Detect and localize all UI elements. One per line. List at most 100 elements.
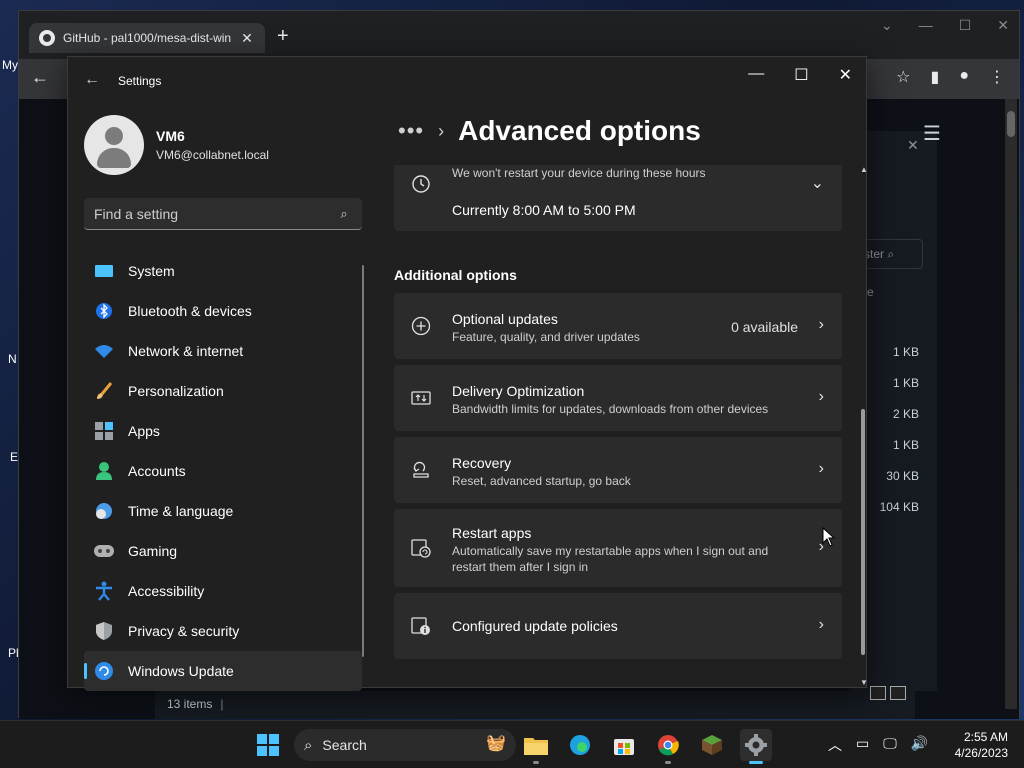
restart-apps-card[interactable]: Restart apps Automatically save my resta… (394, 509, 842, 587)
maximize-icon[interactable]: ☐ (959, 17, 972, 34)
hamburger-menu-icon[interactable]: ☰ (923, 121, 941, 146)
profile-icon[interactable]: ● (959, 67, 969, 87)
sidebar-scrollbar[interactable] (362, 265, 364, 657)
desktop-label: N (8, 352, 17, 366)
settings-taskbar-button[interactable] (740, 729, 772, 764)
search-icon[interactable]: ⌕ (336, 206, 352, 222)
scroll-down-icon[interactable]: ▼ (860, 678, 868, 687)
volume-icon[interactable]: 🔊 (911, 735, 928, 755)
recovery-icon (410, 459, 432, 481)
clock-globe-icon (94, 501, 114, 521)
desktop-label: E (10, 450, 19, 464)
sidebar-item-label: Accounts (128, 463, 186, 479)
window-title: Settings (118, 74, 162, 88)
scrollbar-thumb[interactable] (861, 409, 865, 655)
minecraft-button[interactable] (696, 729, 728, 761)
network-adapter-icon[interactable]: ▭ (856, 735, 869, 755)
chrome-icon (658, 735, 679, 756)
active-hours-icon (410, 173, 432, 195)
more-menu-icon[interactable]: ⋮ (989, 67, 1005, 87)
back-arrow-icon[interactable]: ← (84, 71, 100, 89)
section-heading: Additional options (394, 267, 517, 283)
tab-search-icon[interactable]: ⌄ (881, 17, 893, 34)
sidebar-item-label: Gaming (128, 543, 178, 559)
file-explorer-button[interactable] (520, 729, 552, 764)
sidebar-item-system[interactable]: System (84, 251, 362, 291)
sidebar-item-label: Privacy & security (128, 623, 240, 639)
sidebar-item-personalization[interactable]: Personalization (84, 371, 362, 411)
monitor-network-icon[interactable]: 🖵 (883, 735, 897, 755)
card-subtitle: Bandwidth limits for updates, downloads … (452, 402, 769, 416)
breadcrumb: ••• › Advanced options (398, 115, 701, 147)
sidebar-item-bluetooth[interactable]: Bluetooth & devices (84, 291, 362, 331)
sidebar-item-time-language[interactable]: Time & language (84, 491, 362, 531)
optional-updates-card[interactable]: Optional updates Feature, quality, and d… (394, 293, 842, 359)
browser-toolbar-icons: ☆ ▮ ● ⋮ (896, 67, 1005, 87)
file-size: 1 KB (892, 376, 919, 390)
minimize-icon[interactable]: — (919, 17, 933, 34)
edge-button[interactable] (564, 729, 596, 761)
user-profile[interactable]: VM6 VM6@collabnet.local (84, 115, 269, 175)
close-icon[interactable]: ✕ (839, 65, 852, 85)
grid-view-icon[interactable] (890, 686, 906, 700)
recovery-card[interactable]: Recovery Reset, advanced startup, go bac… (394, 437, 842, 503)
active-hours-text: We won't restart your device during thes… (452, 166, 706, 180)
sidebar-item-gaming[interactable]: Gaming (84, 531, 362, 571)
file-size: 2 KB (892, 407, 919, 421)
list-view-icon[interactable] (870, 686, 886, 700)
settings-window[interactable]: ← Settings — ☐ ✕ VM6 VM6@collabnet.local… (67, 56, 868, 691)
browser-tab[interactable]: GitHub - pal1000/mesa-dist-win ✕ (29, 23, 265, 53)
folder-icon (524, 738, 548, 755)
start-button[interactable] (252, 729, 284, 761)
close-icon[interactable]: ✕ (907, 137, 919, 154)
scroll-up-icon[interactable]: ▲ (860, 165, 868, 174)
close-tab-icon[interactable]: ✕ (239, 30, 255, 47)
chevron-up-icon[interactable]: ︿ (828, 735, 842, 755)
minimize-icon[interactable]: — (748, 65, 764, 85)
filter-input[interactable]: ster ⌕ (859, 239, 923, 269)
back-arrow-icon[interactable]: ← (31, 67, 49, 88)
breadcrumb-overflow[interactable]: ••• (398, 118, 424, 144)
system-icon (94, 261, 114, 281)
search-highlight-icon: 🧺 (486, 735, 506, 752)
page-scrollbar[interactable] (1005, 99, 1017, 709)
view-toggle[interactable] (870, 686, 906, 700)
active-hours-card[interactable]: We won't restart your device during thes… (394, 165, 842, 231)
windows-logo-icon (257, 734, 279, 756)
store-icon (614, 739, 634, 755)
shield-icon (94, 621, 114, 641)
taskbar-search[interactable]: ⌕ Search 🧺 (294, 729, 516, 761)
close-icon[interactable]: ✕ (997, 17, 1009, 34)
taskbar-clock[interactable]: 2:55 AM 4/26/2023 (948, 729, 1008, 761)
accounts-icon (94, 461, 114, 481)
side-panel-icon[interactable]: ▮ (931, 67, 940, 87)
card-title: Recovery (452, 455, 512, 471)
new-tab-button[interactable]: + (277, 25, 289, 48)
store-button[interactable] (608, 729, 640, 761)
delivery-optimization-card[interactable]: Delivery Optimization Bandwidth limits f… (394, 365, 842, 431)
search-input[interactable] (94, 205, 336, 222)
maximize-icon[interactable]: ☐ (794, 65, 808, 85)
sidebar-item-accessibility[interactable]: Accessibility (84, 571, 362, 611)
sidebar-item-accounts[interactable]: Accounts (84, 451, 362, 491)
page-title: Advanced options (458, 115, 701, 146)
settings-search[interactable]: ⌕ (84, 198, 362, 230)
file-size: 1 KB (892, 345, 919, 359)
chevron-right-icon: › (818, 460, 824, 477)
optional-updates-count: 0 available (731, 319, 798, 335)
chevron-down-icon[interactable]: ⌄ (811, 173, 824, 193)
sidebar-item-privacy[interactable]: Privacy & security (84, 611, 362, 651)
sidebar-item-windows-update[interactable]: Windows Update (84, 651, 362, 691)
update-policies-card[interactable]: Configured update policies › (394, 593, 842, 659)
sidebar-item-label: Time & language (128, 503, 234, 519)
sidebar-item-label: Accessibility (128, 583, 205, 599)
clock-time: 2:55 AM (963, 730, 1008, 744)
bookmark-star-icon[interactable]: ☆ (896, 67, 910, 87)
sidebar-item-network[interactable]: Network & internet (84, 331, 362, 371)
sidebar-item-apps[interactable]: Apps (84, 411, 362, 451)
browser-window-controls: ⌄ — ☐ ✕ (881, 17, 1009, 34)
content-scrollbar[interactable]: ▲ ▼ (860, 165, 868, 687)
sidebar-item-label: Windows Update (128, 663, 234, 679)
chrome-button[interactable] (652, 729, 684, 764)
file-size: 104 KB (879, 500, 919, 514)
